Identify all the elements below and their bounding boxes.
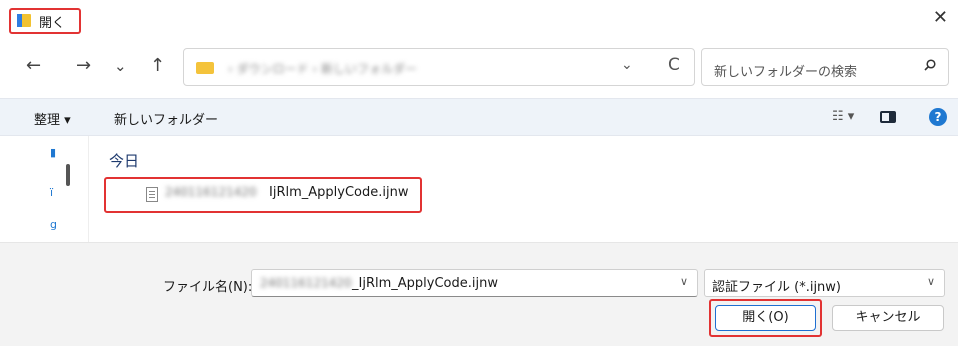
file-list: 今日 240116121420 IjRlm_ApplyCode.ijnw bbox=[88, 136, 958, 242]
window-title: 開く bbox=[39, 16, 66, 31]
organize-menu-button[interactable]: 整理 ▾ bbox=[34, 109, 71, 128]
open-file-dialog: 開く ✕ ← → ⌄ ↑ › ダウンロード › 新しいフォルダー ⌄ C 新しい… bbox=[0, 0, 958, 346]
search-input[interactable]: 新しいフォルダーの検索 bbox=[714, 61, 857, 80]
cancel-button[interactable]: キャンセル bbox=[832, 305, 944, 331]
nav-pane-scrollbar[interactable] bbox=[66, 164, 70, 186]
file-name-redacted: 240116121420 bbox=[260, 276, 352, 290]
nav-pane-item-icon[interactable]: ▮ bbox=[50, 146, 56, 159]
title-bar: 開く ✕ bbox=[0, 0, 958, 38]
back-arrow-icon[interactable]: ← bbox=[26, 54, 41, 78]
file-name: IjRlm_ApplyCode.ijnw bbox=[269, 185, 409, 200]
nav-pane-item-icon[interactable]: g bbox=[50, 218, 57, 231]
chevron-down-icon[interactable]: ∨ bbox=[927, 275, 935, 288]
preview-pane-icon[interactable] bbox=[880, 111, 896, 123]
close-icon[interactable]: ✕ bbox=[933, 8, 948, 28]
address-path: › ダウンロード › 新しいフォルダー bbox=[228, 62, 418, 76]
up-arrow-icon[interactable]: ↑ bbox=[150, 54, 165, 78]
nav-pane-item-icon[interactable]: ï bbox=[50, 186, 53, 199]
file-name-input[interactable]: 240116121420 _IjRlm_ApplyCode.ijnw ∨ bbox=[251, 269, 698, 297]
file-item[interactable]: 240116121420 IjRlm_ApplyCode.ijnw bbox=[109, 179, 417, 209]
address-history-chevron-icon[interactable]: ⌄ bbox=[621, 57, 633, 73]
navigation-pane: ▮ ï g bbox=[0, 136, 89, 242]
navigation-bar: ← → ⌄ ↑ › ダウンロード › 新しいフォルダー ⌄ C 新しいフォルダー… bbox=[0, 44, 958, 92]
file-type-value: 認証ファイル (*.ijnw) bbox=[712, 280, 842, 295]
forward-arrow-icon[interactable]: → bbox=[76, 54, 91, 78]
search-icon bbox=[924, 59, 936, 71]
file-type-select[interactable]: 認証ファイル (*.ijnw) ∨ bbox=[704, 269, 945, 297]
recent-locations-chevron-icon[interactable]: ⌄ bbox=[114, 54, 127, 78]
file-name-value: _IjRlm_ApplyCode.ijnw bbox=[352, 276, 498, 291]
view-options-icon[interactable]: ☷ ▾ bbox=[832, 109, 854, 124]
file-selection-panel: ファイル名(N): 240116121420 _IjRlm_ApplyCode.… bbox=[0, 242, 958, 346]
address-bar[interactable]: › ダウンロード › 新しいフォルダー ⌄ C bbox=[183, 48, 695, 86]
document-icon bbox=[146, 187, 158, 202]
app-icon bbox=[17, 14, 31, 27]
file-name-label: ファイル名(N): bbox=[163, 280, 253, 295]
search-box[interactable]: 新しいフォルダーの検索 bbox=[701, 48, 949, 86]
help-icon[interactable]: ? bbox=[929, 108, 947, 126]
folder-icon bbox=[196, 62, 214, 74]
group-header-today: 今日 bbox=[109, 152, 140, 170]
chevron-down-icon[interactable]: ∨ bbox=[680, 275, 688, 288]
open-button[interactable]: 開く(O) bbox=[715, 305, 816, 331]
command-bar: 整理 ▾ 新しいフォルダー ☷ ▾ ? bbox=[0, 98, 958, 136]
file-name-redacted: 240116121420 bbox=[165, 185, 257, 199]
refresh-icon[interactable]: C bbox=[668, 55, 680, 75]
new-folder-button[interactable]: 新しいフォルダー bbox=[114, 109, 218, 128]
